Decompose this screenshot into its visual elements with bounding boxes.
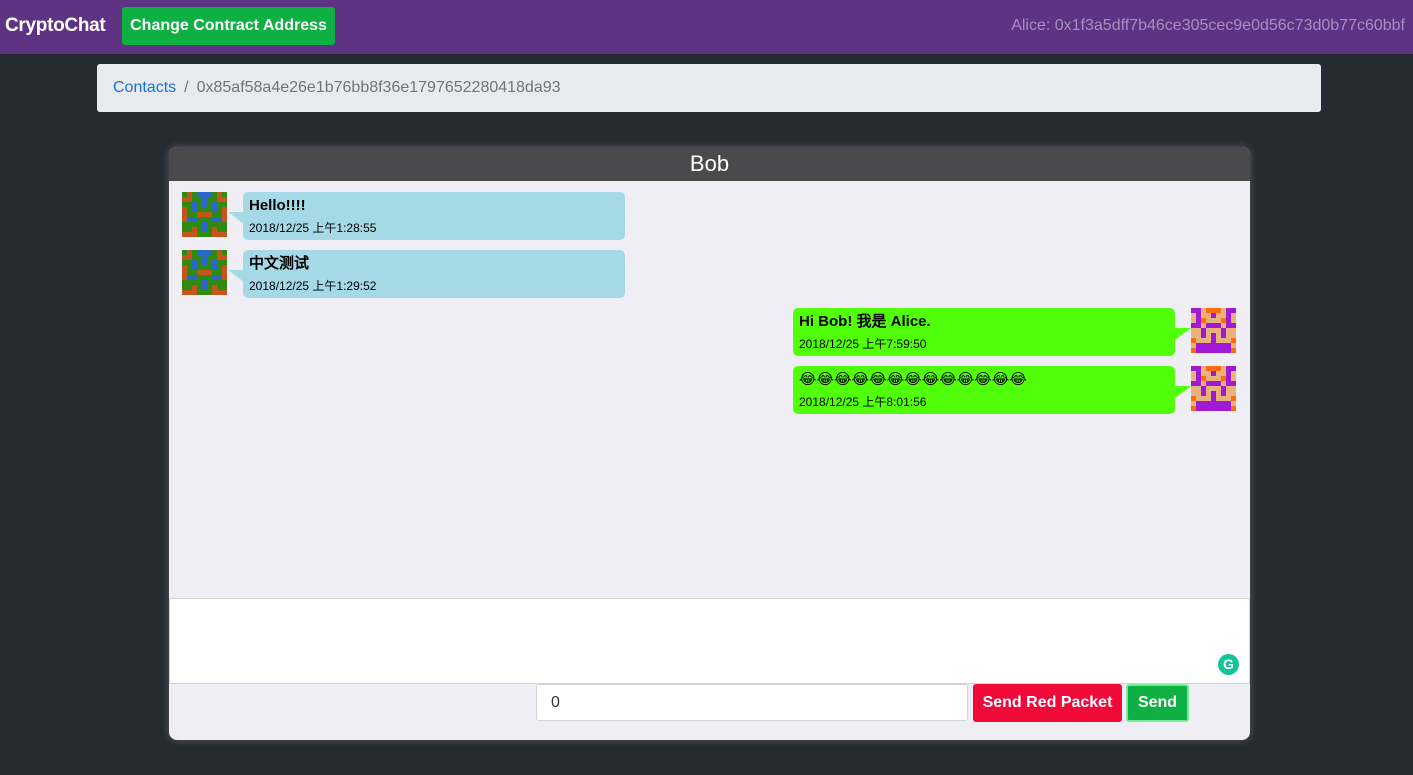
breadcrumb-current-address: 0x85af58a4e26e1b76bb8f36e1797652280418da… — [196, 79, 561, 96]
message-timestamp: 2018/12/25 上午1:28:55 — [249, 221, 377, 235]
chat-window: Bob Hello!!!! 2018/12/25 上午1:28:55 中文测试 … — [169, 147, 1250, 740]
message-outgoing: 😂😂😂😂😂😂😂😂😂😂😂😂😂 2018/12/25 上午8:01:56 — [793, 366, 1237, 414]
bubble-tail — [228, 212, 244, 224]
brand-title[interactable]: CryptoChat — [5, 15, 106, 37]
contact-avatar-identicon — [182, 250, 227, 295]
breadcrumb-separator: / — [184, 79, 189, 96]
chat-title: Bob — [169, 147, 1250, 181]
message-text: 😂😂😂😂😂😂😂😂😂😂😂😂😂 — [799, 371, 1027, 388]
message-outgoing: Hi Bob! 我是 Alice. 2018/12/25 上午7:59:50 — [793, 308, 1237, 356]
message-text: 中文测试 — [249, 255, 310, 272]
message-timestamp: 2018/12/25 上午7:59:50 — [799, 337, 927, 351]
bubble-tail — [228, 270, 244, 282]
bubble-tail — [1175, 328, 1191, 340]
message-bubble: Hi Bob! 我是 Alice. 2018/12/25 上午7:59:50 — [793, 308, 1175, 356]
message-incoming: Hello!!!! 2018/12/25 上午1:28:55 — [182, 192, 642, 240]
message-bubble: Hello!!!! 2018/12/25 上午1:28:55 — [243, 192, 625, 240]
red-packet-amount-input[interactable] — [536, 684, 968, 721]
contact-avatar-identicon — [182, 192, 227, 237]
bubble-tail — [1175, 386, 1191, 398]
breadcrumb-contacts-link[interactable]: Contacts — [113, 79, 176, 96]
breadcrumb: Contacts / 0x85af58a4e26e1b76bb8f36e179765… — [97, 64, 1321, 112]
user-avatar-identicon — [1191, 308, 1236, 353]
message-timestamp: 2018/12/25 上午8:01:56 — [799, 395, 927, 409]
message-input[interactable] — [169, 598, 1250, 684]
message-bubble: 😂😂😂😂😂😂😂😂😂😂😂😂😂 2018/12/25 上午8:01:56 — [793, 366, 1175, 414]
message-text: Hi Bob! 我是 Alice. — [799, 313, 931, 330]
user-avatar-identicon — [1191, 366, 1236, 411]
account-address: Alice: 0x1f3a5dff7b46ce305cec9e0d56c73d0… — [1011, 17, 1405, 34]
send-red-packet-button[interactable]: Send Red Packet — [973, 684, 1122, 722]
send-button[interactable]: Send — [1126, 684, 1189, 722]
top-navbar: CryptoChat Change Contract Address Alice… — [0, 0, 1413, 54]
message-text: Hello!!!! — [249, 197, 306, 214]
message-bubble: 中文测试 2018/12/25 上午1:29:52 — [243, 250, 625, 298]
grammarly-icon[interactable]: G — [1218, 654, 1239, 675]
message-incoming: 中文测试 2018/12/25 上午1:29:52 — [182, 250, 642, 298]
change-contract-button[interactable]: Change Contract Address — [122, 7, 335, 45]
message-timestamp: 2018/12/25 上午1:29:52 — [249, 279, 377, 293]
